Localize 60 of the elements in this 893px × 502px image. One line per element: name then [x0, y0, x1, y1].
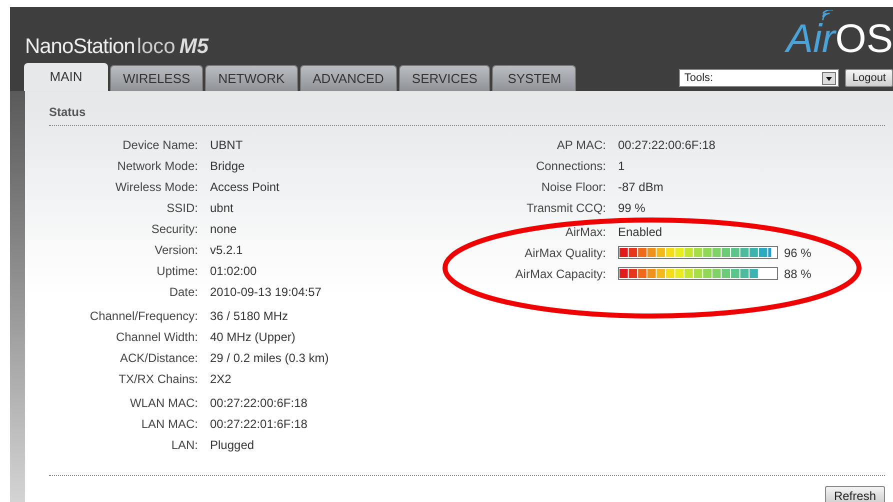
field-label: AirMax:	[564, 224, 607, 240]
field-label: TX/RX Chains:	[118, 370, 199, 388]
field-value: 2X2	[210, 370, 232, 388]
caret-icon	[822, 72, 836, 84]
field-label: ACK/Distance:	[118, 350, 199, 366]
field-value: UBNT	[210, 136, 243, 154]
field-label: AP MAC:	[556, 136, 607, 154]
field-value: 1	[618, 158, 625, 174]
field-label: Transmit CCQ:	[525, 200, 607, 216]
field-value: 29 / 0.2 miles (0.3 km)	[210, 350, 329, 366]
field-label: Connections:	[534, 158, 607, 174]
field-value: none	[210, 220, 237, 238]
field-value: 01:02:00	[210, 262, 257, 280]
field-label: Wireless Mode:	[114, 178, 199, 196]
field-value: Enabled	[618, 224, 662, 240]
tab[interactable]: NETWORK	[205, 65, 298, 91]
field-label: Channel Width:	[114, 328, 199, 346]
field-label: AirMax Quality:	[524, 244, 607, 262]
field-value: Plugged	[210, 436, 254, 454]
field-label: Version:	[154, 242, 199, 258]
field-value: v5.2.1	[210, 242, 243, 258]
refresh-button[interactable]: Refresh	[824, 486, 885, 502]
field-value: 2010-09-13 19:04:57	[210, 284, 322, 300]
tab[interactable]: SYSTEM	[492, 65, 576, 91]
logout-button[interactable]: Logout	[845, 69, 893, 87]
field-label: WLAN MAC:	[128, 394, 199, 412]
field-label: Network Mode:	[116, 158, 199, 174]
field-label: Date:	[168, 284, 199, 300]
product-version: M5	[179, 34, 209, 60]
tab[interactable]: WIRELESS	[110, 65, 204, 91]
field-label: Uptime:	[156, 262, 199, 280]
field-value: 40 MHz (Upper)	[210, 328, 296, 346]
field-label: Security:	[150, 220, 199, 238]
field-label: AirMax Capacity:	[514, 266, 607, 282]
field-label: LAN MAC:	[140, 416, 199, 432]
field-value: Bridge	[210, 158, 245, 174]
field-value: 00:27:22:01:6F:18	[210, 416, 308, 432]
section-title: Status	[49, 104, 87, 121]
meter-reading: 88 %	[784, 266, 812, 282]
logo-air: Air	[786, 19, 836, 59]
field-label: Channel/Frequency:	[88, 308, 199, 324]
tab[interactable]: ADVANCED	[300, 65, 397, 91]
product-model: loco	[136, 34, 176, 60]
field-value: 00:27:22:00:6F:18	[210, 394, 308, 412]
field-label: SSID:	[166, 200, 199, 216]
product-name: NanoStation	[25, 34, 135, 60]
field-value: Access Point	[210, 178, 280, 196]
field-value: ubnt	[210, 200, 234, 216]
tools-dropdown[interactable]: Tools:	[679, 69, 840, 87]
tab[interactable]: MAIN	[24, 63, 108, 91]
field-value: 00:27:22:00:6F:18	[618, 136, 716, 154]
meter-reading: 96 %	[784, 244, 812, 262]
field-label: LAN:	[170, 436, 199, 454]
field-value: -87 dBm	[618, 178, 664, 196]
logo-os: OS	[835, 19, 893, 59]
field-value: 99 %	[618, 200, 646, 216]
tab[interactable]: SERVICES	[398, 65, 490, 91]
field-value: 36 / 5180 MHz	[210, 308, 288, 324]
field-label: Device Name:	[122, 136, 199, 154]
field-label: Noise Floor:	[540, 178, 607, 196]
